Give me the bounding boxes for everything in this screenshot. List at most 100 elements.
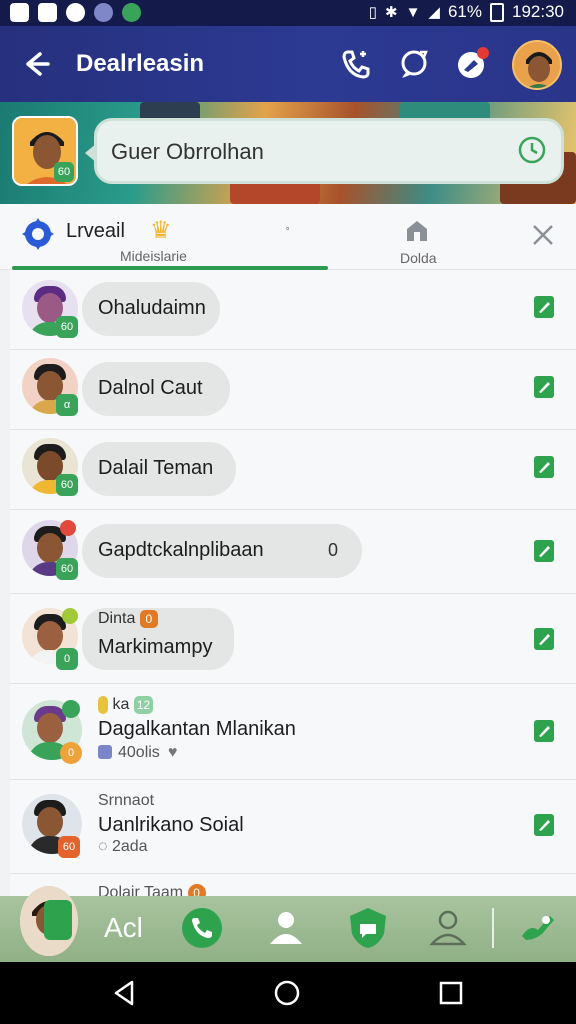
edit-icon[interactable] (534, 456, 554, 478)
list-item[interactable]: 60 Ohaludaimn (10, 270, 576, 350)
avatar-badge: 60 (56, 558, 78, 580)
tabs-bar: Lrveail ♛ Mideislarie ﾟ Dolda (0, 204, 576, 270)
phone-icon[interactable] (338, 46, 374, 82)
recents-nav-icon[interactable] (436, 978, 466, 1008)
avatar-badge: α (56, 394, 78, 416)
person-outline-icon[interactable] (426, 906, 470, 950)
message-notification-icon (38, 3, 57, 22)
edit-icon[interactable] (534, 540, 554, 562)
clock-time: 192:30 (512, 2, 564, 21)
chat-name: Ohaludaimn (98, 297, 206, 319)
chat-label-text: ka (112, 696, 130, 714)
shield-chat-icon[interactable] (346, 906, 390, 950)
list-item[interactable]: 60 Srnnaot Uanlrikano Soial ◌ 2ada (10, 780, 576, 874)
wave-icon[interactable] (516, 906, 560, 950)
battery-percent: 61% (447, 2, 482, 21)
gallery-notification-icon (10, 3, 29, 22)
edit-icon[interactable] (534, 296, 554, 318)
heart-icon: ♥ (167, 744, 178, 761)
search-bubble[interactable]: Guer Obrrolhan (85, 118, 564, 184)
edit-icon[interactable] (534, 628, 554, 650)
unread-count: 0 (328, 540, 339, 560)
add-button[interactable]: Acl (104, 912, 143, 944)
list-item[interactable]: 0 ka 12 Dagalkantan Mlanikan 40olis ♥ (10, 684, 576, 780)
notification-icons (10, 3, 141, 22)
avatar-face (37, 621, 63, 651)
chat-label-text: Dinta (98, 610, 136, 628)
battery-icon (490, 2, 504, 22)
tab-primary-sub: Mideislarie (120, 248, 187, 264)
chat-name: Dagalkantan Mlanikan (98, 718, 296, 740)
wifi-icon: ▼ (405, 3, 421, 21)
chat-label: Dinta 0 (98, 610, 158, 628)
avatar-face (37, 713, 63, 743)
tab-secondary-label[interactable]: Dolda (400, 250, 437, 266)
system-status: ▯ ✱ ▼ ◢ 61% 192:30 (369, 2, 564, 22)
chat-name: Dalnol Caut (98, 377, 203, 399)
edit-icon[interactable] (534, 720, 554, 742)
avatar-badge: 0 (60, 742, 82, 764)
profile-avatar[interactable] (512, 40, 562, 90)
phone-call-icon[interactable] (180, 906, 224, 950)
tab-primary-label[interactable]: Lrveail (66, 220, 125, 243)
bluetooth-icon: ✱ (384, 4, 398, 21)
list-item[interactable]: Dolair Taam 0 (10, 874, 576, 896)
chat-bubble-icon: ◌ (98, 838, 112, 855)
chat-subinfo: 40olis ♥ (98, 744, 177, 762)
chat-label: ka 12 (98, 696, 154, 714)
doc-icon (98, 745, 112, 759)
avatar-status-dot (62, 608, 78, 624)
chat-label: Srnnaot (98, 792, 155, 809)
list-item[interactable]: α Dalnol Caut (10, 350, 576, 430)
chat-subinfo-text: 2ada (111, 838, 148, 855)
chat-name: Dalail Teman (98, 457, 214, 479)
chat-list: 60 Ohaludaimn α Dalnol Caut 60 Dalail Te… (10, 270, 576, 896)
vibrate-icon: ▯ (368, 4, 377, 21)
chat-sync-icon[interactable] (396, 46, 432, 82)
tab-small-mark: ﾟ (286, 226, 293, 242)
list-item[interactable]: 60 Dalail Teman (10, 430, 576, 510)
divider (492, 908, 494, 948)
chat-subinfo: ◌ 2ada (98, 838, 148, 856)
edit-icon[interactable] (534, 376, 554, 398)
avatar-badge: 60 (54, 162, 74, 182)
chat-name: Uanlrikano Soial (98, 814, 244, 836)
close-icon[interactable] (526, 218, 560, 252)
gear-icon[interactable] (22, 218, 54, 250)
avatar-badge (44, 900, 72, 940)
list-item[interactable]: 60 Gapdtckalnplibaan 0 (10, 510, 576, 594)
banner: 60 Guer Obrrolhan (0, 102, 576, 204)
signal-icon: ◢ (428, 4, 440, 21)
shield-notification-icon (122, 3, 141, 22)
status-bar: ▯ ✱ ▼ ◢ 61% 192:30 (0, 0, 576, 26)
app-bar: Dealrleasin (0, 26, 576, 102)
crown-icon: ♛ (150, 217, 172, 244)
home-nav-icon[interactable] (272, 978, 302, 1008)
label-badge: 0 (139, 610, 158, 628)
edit-icon[interactable] (534, 814, 554, 836)
back-nav-icon[interactable] (110, 978, 140, 1008)
action-bar-avatar[interactable] (20, 886, 78, 956)
avatar-badge: 60 (58, 836, 80, 858)
chat-badge-icon[interactable] (454, 46, 490, 82)
chat-label: Dolair Taam 0 (98, 884, 206, 896)
label-badge: 12 (133, 696, 154, 714)
list-item[interactable]: 0 Dinta 0 Markimampy (10, 594, 576, 684)
chat-subinfo-text: 40olis (118, 744, 160, 761)
label-badge: 0 (187, 884, 206, 896)
avatar-alert-badge (60, 520, 76, 536)
globe-notification-icon (94, 3, 113, 22)
arrow-left-icon[interactable] (18, 46, 54, 82)
avatar-badge: 60 (56, 474, 78, 496)
bottom-action-bar: Acl (0, 886, 576, 962)
person-icon[interactable] (264, 906, 308, 950)
avatar-status-dot (62, 700, 80, 718)
chat-name: Markimampy (98, 636, 213, 658)
home-icon[interactable] (404, 218, 430, 244)
banner-avatar[interactable]: 60 (12, 116, 78, 186)
chat-label-text: Dolair Taam (98, 884, 184, 896)
page-title: Dealrleasin (76, 50, 205, 77)
search-input[interactable]: Guer Obrrolhan (111, 139, 264, 165)
clock-icon[interactable] (517, 135, 547, 165)
label-marker (98, 696, 108, 714)
